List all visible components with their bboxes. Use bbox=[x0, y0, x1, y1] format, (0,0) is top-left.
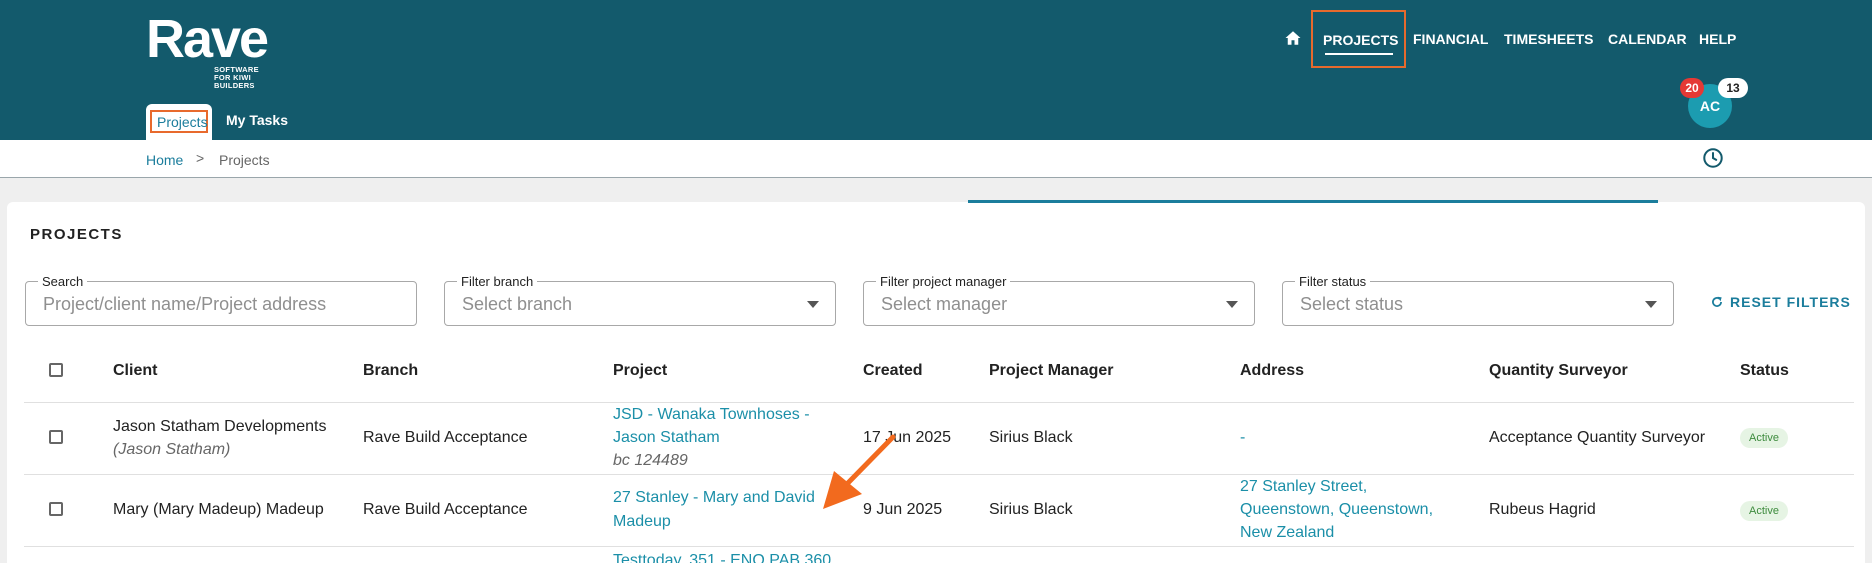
row-divider bbox=[24, 546, 1854, 547]
col-header-project-manager[interactable]: Project Manager bbox=[989, 362, 1113, 380]
filter-manager-select[interactable]: Filter project manager Select manager bbox=[863, 274, 1255, 326]
breadcrumb-current: Projects bbox=[219, 152, 270, 168]
row-branch: Rave Build Acceptance bbox=[363, 501, 528, 518]
filter-status-placeholder: Select status bbox=[1300, 294, 1404, 314]
row-client: Mary (Mary Madeup) Madeup bbox=[113, 501, 324, 518]
breadcrumb-home[interactable]: Home bbox=[146, 152, 183, 168]
row-divider bbox=[24, 474, 1854, 475]
row-project-link[interactable]: Testtoday, 351 - ENQ PAB 360 bbox=[613, 549, 831, 563]
logo-wordmark: Rave bbox=[146, 9, 269, 69]
search-input[interactable]: Search Project/client name/Project addre… bbox=[25, 274, 417, 326]
row-address-line2[interactable]: Queenstown, Queenstown, bbox=[1240, 498, 1433, 521]
chevron-down-icon[interactable] bbox=[1645, 301, 1657, 308]
col-header-quantity-surveyor[interactable]: Quantity Surveyor bbox=[1489, 362, 1628, 380]
subtab-projects-label: Projects bbox=[157, 114, 208, 130]
chevron-down-icon[interactable] bbox=[1226, 301, 1238, 308]
notification-badge-white[interactable]: 13 bbox=[1718, 78, 1748, 98]
filter-branch-label: Filter branch bbox=[457, 274, 538, 289]
breadcrumb: Home > Projects bbox=[0, 140, 1872, 178]
reset-filters-label: RESET FILTERS bbox=[1730, 294, 1851, 310]
row-project-reference: bc 124489 bbox=[613, 452, 688, 469]
row-checkbox[interactable] bbox=[49, 502, 63, 516]
subtab-my-tasks[interactable]: My Tasks bbox=[226, 112, 288, 128]
row-project-link[interactable]: JSD - Wanaka Townhoses - bbox=[613, 403, 810, 426]
select-all-checkbox[interactable] bbox=[49, 363, 63, 377]
row-project-manager: Sirius Black bbox=[989, 501, 1073, 518]
col-header-status[interactable]: Status bbox=[1740, 362, 1789, 380]
row-project-link[interactable]: 27 Stanley - Mary and David bbox=[613, 486, 815, 509]
nav-timesheets[interactable]: TIMESHEETS bbox=[1504, 10, 1593, 68]
subtab-projects[interactable]: Projects bbox=[146, 104, 212, 140]
page-title: PROJECTS bbox=[30, 226, 123, 243]
nav-calendar[interactable]: CALENDAR bbox=[1608, 10, 1687, 68]
row-client: Jason Statham Developments bbox=[113, 418, 327, 435]
nav-projects[interactable]: PROJECTS bbox=[1311, 10, 1406, 68]
reset-filters-button[interactable]: RESET FILTERS bbox=[1710, 294, 1851, 310]
rave-logo[interactable]: Rave SOFTWARE FOR KIWI BUILDERS bbox=[146, 9, 274, 90]
row-project-link-line2[interactable]: Jason Statham bbox=[613, 426, 720, 449]
col-header-client[interactable]: Client bbox=[113, 362, 157, 380]
notification-badge-red[interactable]: 20 bbox=[1680, 78, 1704, 98]
col-header-created[interactable]: Created bbox=[863, 362, 923, 380]
nav-financial[interactable]: FINANCIAL bbox=[1413, 10, 1488, 68]
filter-branch-select[interactable]: Filter branch Select branch bbox=[444, 274, 836, 326]
status-badge: Active bbox=[1740, 501, 1788, 521]
search-label: Search bbox=[38, 274, 88, 289]
col-header-branch[interactable]: Branch bbox=[363, 362, 418, 380]
row-client-contact: (Jason Statham) bbox=[113, 441, 231, 458]
status-badge: Active bbox=[1740, 428, 1788, 448]
row-branch: Rave Build Acceptance bbox=[363, 429, 528, 446]
filter-manager-label: Filter project manager bbox=[876, 274, 1011, 289]
row-project-link-line2[interactable]: Madeup bbox=[613, 510, 671, 533]
nav-help[interactable]: HELP bbox=[1699, 10, 1736, 68]
refresh-icon bbox=[1712, 296, 1722, 307]
row-created: 9 Jun 2025 bbox=[863, 501, 943, 518]
col-header-address[interactable]: Address bbox=[1240, 362, 1304, 380]
card-accent-line bbox=[968, 200, 1658, 203]
filter-status-label: Filter status bbox=[1295, 274, 1371, 289]
subtab-projects-highlight: Projects bbox=[150, 110, 208, 133]
row-quantity-surveyor: Rubeus Hagrid bbox=[1489, 501, 1596, 518]
search-placeholder: Project/client name/Project address bbox=[43, 294, 327, 314]
filter-manager-placeholder: Select manager bbox=[881, 294, 1008, 314]
clock-icon[interactable] bbox=[1702, 147, 1724, 169]
row-address: - bbox=[1240, 429, 1246, 446]
row-created: 17 Jun 2025 bbox=[863, 429, 952, 446]
row-project-manager: Sirius Black bbox=[989, 429, 1073, 446]
row-address-line3[interactable]: New Zealand bbox=[1240, 521, 1334, 544]
row-quantity-surveyor: Acceptance Quantity Surveyor bbox=[1489, 429, 1706, 446]
row-address[interactable]: 27 Stanley Street, bbox=[1240, 475, 1367, 498]
filter-status-select[interactable]: Filter status Select status bbox=[1282, 274, 1674, 326]
home-icon[interactable] bbox=[1284, 29, 1302, 47]
nav-projects-label: PROJECTS bbox=[1323, 32, 1399, 48]
row-divider bbox=[24, 402, 1854, 403]
filter-branch-placeholder: Select branch bbox=[462, 294, 573, 314]
breadcrumb-separator: > bbox=[196, 150, 205, 166]
col-header-project[interactable]: Project bbox=[613, 362, 667, 380]
row-checkbox[interactable] bbox=[49, 430, 63, 444]
nav-active-underline bbox=[1325, 53, 1393, 55]
chevron-down-icon[interactable] bbox=[807, 301, 819, 308]
logo-tagline: SOFTWARE FOR KIWI BUILDERS bbox=[214, 65, 259, 90]
